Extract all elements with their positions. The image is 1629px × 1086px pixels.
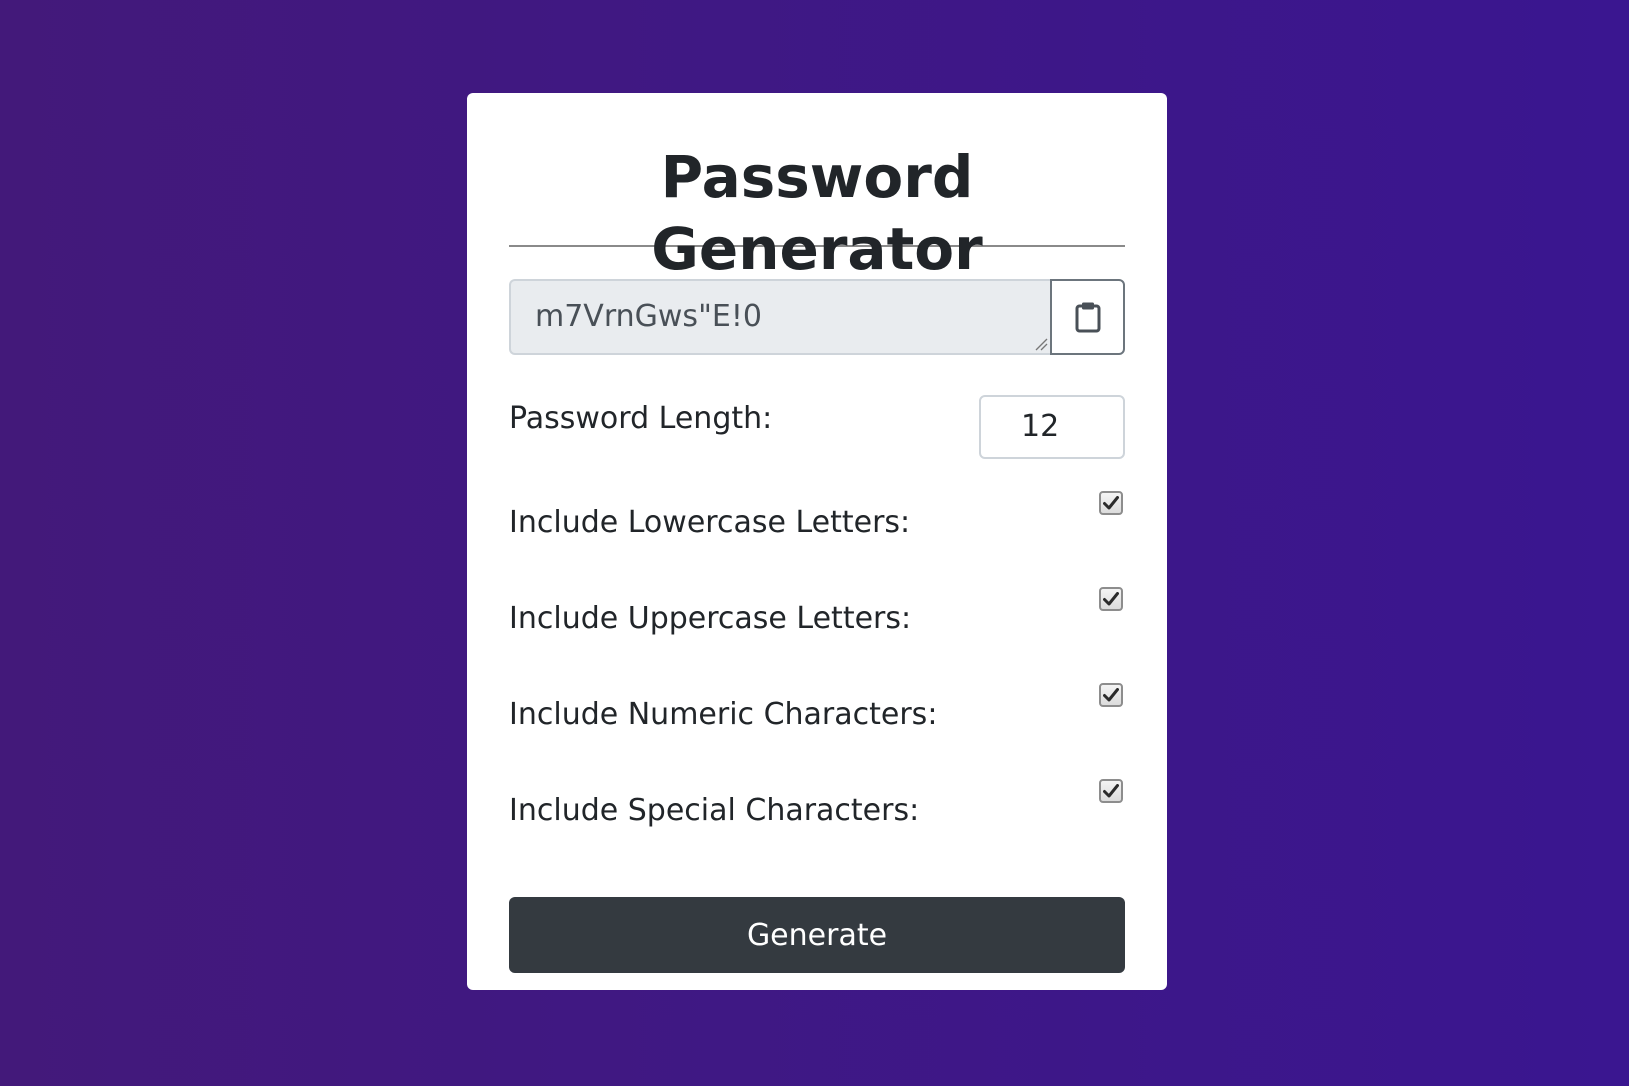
option-row-uppercase: Include Uppercase Letters: [509,587,1125,683]
option-row-lowercase: Include Lowercase Letters: [509,491,1125,587]
checkmark-icon [1103,592,1119,606]
option-row-numeric: Include Numeric Characters: [509,683,1125,779]
lowercase-checkbox[interactable] [1099,491,1123,515]
copy-to-clipboard-button[interactable] [1050,279,1125,355]
option-label-lowercase: Include Lowercase Letters: [509,505,911,540]
password-output-value: m7VrnGws"E!0 [535,299,762,334]
option-label-special: Include Special Characters: [509,793,920,828]
password-output-group: m7VrnGws"E!0 [509,279,1125,355]
uppercase-checkbox[interactable] [1099,587,1123,611]
password-generator-card: Password Generator m7VrnGws"E!0 Password… [467,93,1167,990]
checkmark-icon [1103,496,1119,510]
generate-button[interactable]: Generate [509,897,1125,973]
password-length-input[interactable]: 12 [979,395,1125,459]
option-label-numeric: Include Numeric Characters: [509,697,938,732]
numeric-checkbox[interactable] [1099,683,1123,707]
password-length-row: Password Length: 12 [509,395,1125,459]
special-checkbox[interactable] [1099,779,1123,803]
clipboard-icon [1075,302,1100,333]
password-output-field[interactable]: m7VrnGws"E!0 [509,279,1050,355]
resize-grip-icon[interactable] [1032,335,1048,351]
password-length-label: Password Length: [509,401,773,436]
checkmark-icon [1103,784,1119,798]
option-row-special: Include Special Characters: [509,779,1125,875]
option-label-uppercase: Include Uppercase Letters: [509,601,912,636]
page-title: Password Generator [651,143,983,283]
checkmark-icon [1103,688,1119,702]
